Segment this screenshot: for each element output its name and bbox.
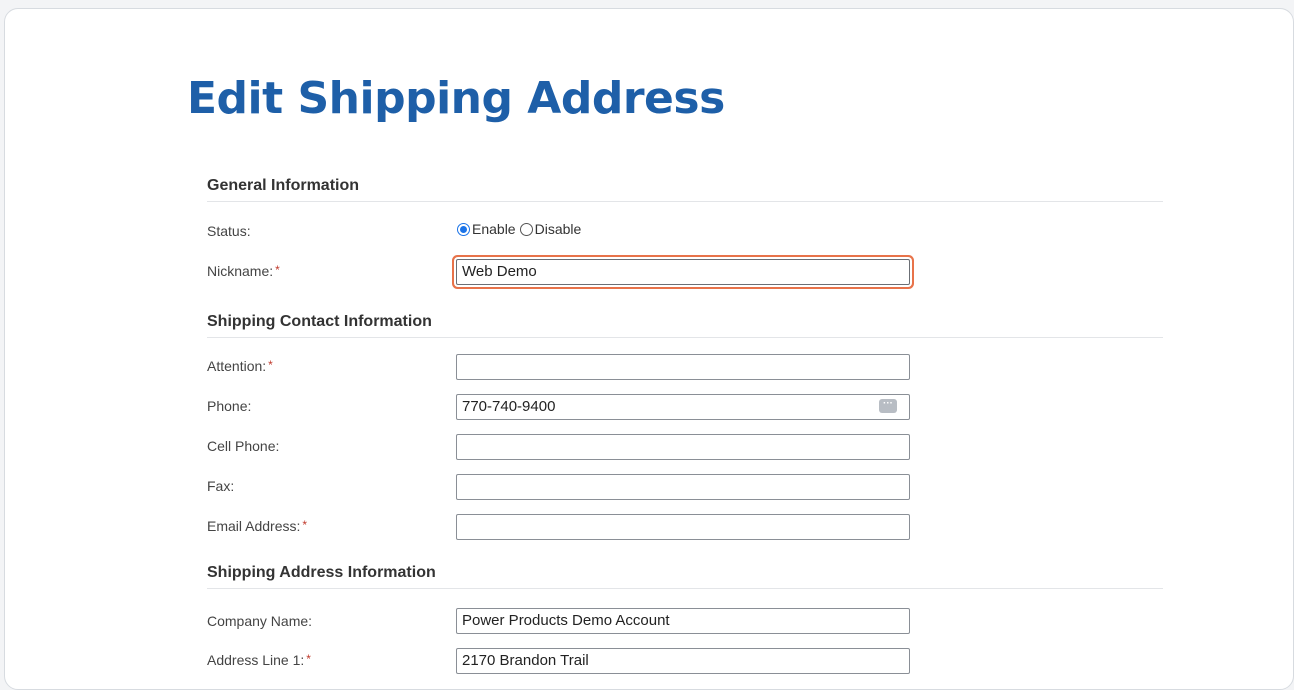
status-label: Status: bbox=[207, 223, 251, 239]
required-marker: * bbox=[302, 518, 308, 532]
radio-unchecked-icon[interactable] bbox=[519, 222, 533, 236]
phone-value[interactable]: 770-740-9400 bbox=[462, 398, 555, 415]
section-shipping-address: Shipping Address Information bbox=[207, 564, 1163, 589]
attention-label: Attention: * bbox=[207, 358, 273, 374]
cell-phone-label: Cell Phone: bbox=[207, 438, 280, 454]
nickname-label: Nickname: * bbox=[207, 263, 280, 279]
email-input[interactable] bbox=[456, 514, 910, 540]
fax-input[interactable] bbox=[456, 474, 910, 500]
section-heading: Shipping Address Information bbox=[207, 564, 436, 581]
status-enable-radio[interactable]: Enable bbox=[457, 221, 516, 237]
status-disable-radio[interactable]: Disable bbox=[519, 221, 582, 237]
phone-options-icon[interactable]: ··· bbox=[879, 399, 897, 413]
page-title: Edit Shipping Address bbox=[187, 73, 725, 124]
fax-label: Fax: bbox=[207, 478, 235, 494]
company-name-input[interactable]: Power Products Demo Account bbox=[456, 608, 910, 634]
page-frame: Edit Shipping Address General Informatio… bbox=[4, 8, 1294, 690]
status-enable-label[interactable]: Enable bbox=[472, 221, 516, 237]
required-marker: * bbox=[268, 358, 273, 372]
address-line1-label: Address Line 1: * bbox=[207, 652, 311, 668]
required-marker: * bbox=[275, 263, 280, 277]
radio-checked-icon[interactable] bbox=[457, 222, 470, 236]
phone-input[interactable]: 770-740-9400 ··· bbox=[456, 394, 910, 420]
cell-phone-input[interactable] bbox=[456, 434, 910, 460]
attention-input[interactable] bbox=[456, 354, 910, 380]
email-label: Email Address: * bbox=[207, 518, 308, 534]
section-shipping-contact: Shipping Contact Information bbox=[207, 313, 1163, 338]
address-line1-input[interactable]: 2170 Brandon Trail bbox=[456, 648, 910, 674]
status-disable-label[interactable]: Disable bbox=[535, 221, 582, 237]
section-general-information: General Information bbox=[207, 177, 1163, 202]
phone-label: Phone: bbox=[207, 398, 252, 414]
company-name-label: Company Name: bbox=[207, 613, 313, 629]
section-heading: Shipping Contact Information bbox=[207, 313, 432, 330]
required-marker: * bbox=[306, 652, 311, 666]
status-radio-group: Enable Disable bbox=[457, 221, 585, 237]
nickname-input[interactable]: Web Demo bbox=[456, 259, 910, 285]
section-heading: General Information bbox=[207, 177, 360, 194]
